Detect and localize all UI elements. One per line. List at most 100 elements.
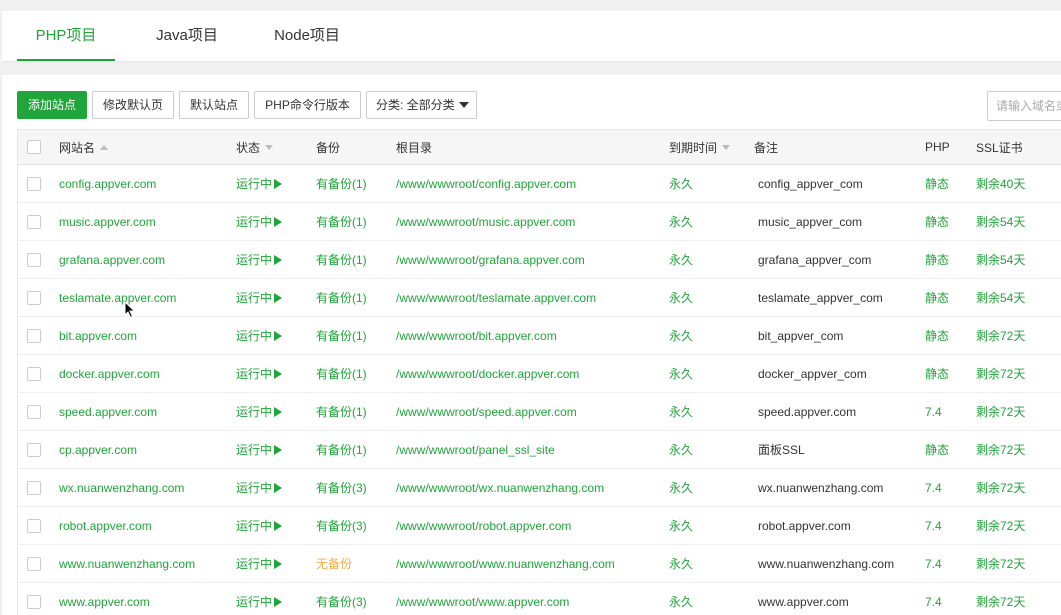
tab-java-projects[interactable]: Java项目 — [142, 11, 232, 61]
row-checkbox[interactable] — [27, 442, 41, 457]
php-version-link[interactable]: 静态 — [925, 327, 949, 344]
play-icon[interactable] — [274, 216, 283, 227]
site-name-link[interactable]: grafana.appver.com — [59, 253, 165, 267]
ssl-link[interactable]: 剩余54天 — [976, 289, 1025, 306]
site-name-link[interactable]: cp.appver.com — [59, 443, 137, 457]
remark-text[interactable]: grafana_appver_com — [758, 253, 871, 267]
row-checkbox[interactable] — [27, 214, 41, 229]
site-name-link[interactable]: docker.appver.com — [59, 367, 160, 381]
php-version-link[interactable]: 7.4 — [925, 595, 942, 609]
expiry-link[interactable]: 永久 — [669, 213, 693, 230]
php-version-link[interactable]: 静态 — [925, 175, 949, 192]
remark-text[interactable]: config_appver_com — [758, 177, 863, 191]
root-dir-link[interactable]: /www/wwwroot/config.appver.com — [396, 177, 576, 191]
php-version-link[interactable]: 7.4 — [925, 557, 942, 571]
backup-link[interactable]: 有备份(1) — [316, 365, 367, 382]
play-icon[interactable] — [274, 178, 283, 189]
php-version-link[interactable]: 静态 — [925, 251, 949, 268]
row-checkbox[interactable] — [27, 480, 41, 495]
expiry-link[interactable]: 永久 — [669, 251, 693, 268]
status-toggle[interactable]: 运行中 — [236, 213, 272, 230]
add-site-button[interactable]: 添加站点 — [17, 91, 87, 119]
ssl-link[interactable]: 剩余72天 — [976, 517, 1025, 534]
remark-text[interactable]: robot.appver.com — [758, 519, 851, 533]
tab-php-projects[interactable]: PHP项目 — [17, 11, 115, 61]
root-dir-link[interactable]: /www/wwwroot/docker.appver.com — [396, 367, 579, 381]
site-name-link[interactable]: config.appver.com — [59, 177, 156, 191]
expiry-link[interactable]: 永久 — [669, 365, 693, 382]
row-checkbox[interactable] — [27, 176, 41, 191]
backup-link[interactable]: 有备份(3) — [316, 517, 367, 534]
status-toggle[interactable]: 运行中 — [236, 441, 272, 458]
status-toggle[interactable]: 运行中 — [236, 327, 272, 344]
remark-text[interactable]: www.appver.com — [758, 595, 849, 609]
site-name-link[interactable]: wx.nuanwenzhang.com — [59, 481, 184, 495]
expiry-link[interactable]: 永久 — [669, 403, 693, 420]
backup-link[interactable]: 有备份(1) — [316, 213, 367, 230]
ssl-link[interactable]: 剩余72天 — [976, 479, 1025, 496]
status-toggle[interactable]: 运行中 — [236, 555, 272, 572]
php-version-link[interactable]: 静态 — [925, 213, 949, 230]
root-dir-link[interactable]: /www/wwwroot/panel_ssl_site — [396, 443, 555, 457]
root-dir-link[interactable]: /www/wwwroot/www.appver.com — [396, 595, 569, 609]
row-checkbox[interactable] — [27, 556, 41, 571]
row-checkbox[interactable] — [27, 594, 41, 609]
expiry-link[interactable]: 永久 — [669, 175, 693, 192]
ssl-link[interactable]: 剩余72天 — [976, 403, 1025, 420]
search-input[interactable] — [987, 91, 1061, 121]
status-toggle[interactable]: 运行中 — [236, 517, 272, 534]
root-dir-link[interactable]: /www/wwwroot/speed.appver.com — [396, 405, 577, 419]
row-checkbox[interactable] — [27, 518, 41, 533]
status-toggle[interactable]: 运行中 — [236, 479, 272, 496]
backup-link[interactable]: 有备份(1) — [316, 175, 367, 192]
tab-node-projects[interactable]: Node项目 — [257, 11, 357, 61]
expiry-link[interactable]: 永久 — [669, 593, 693, 610]
expiry-link[interactable]: 永久 — [669, 327, 693, 344]
play-icon[interactable] — [274, 330, 283, 341]
ssl-link[interactable]: 剩余54天 — [976, 213, 1025, 230]
site-name-link[interactable]: bit.appver.com — [59, 329, 137, 343]
category-select[interactable]: 分类: 全部分类 — [366, 91, 477, 119]
backup-link[interactable]: 有备份(1) — [316, 441, 367, 458]
expiry-link[interactable]: 永久 — [669, 479, 693, 496]
remark-text[interactable]: teslamate_appver_com — [758, 291, 883, 305]
ssl-link[interactable]: 剩余72天 — [976, 593, 1025, 610]
expiry-link[interactable]: 永久 — [669, 517, 693, 534]
status-toggle[interactable]: 运行中 — [236, 175, 272, 192]
site-name-link[interactable]: teslamate.appver.com — [59, 291, 176, 305]
backup-link[interactable]: 有备份(3) — [316, 593, 367, 610]
php-version-link[interactable]: 静态 — [925, 365, 949, 382]
expiry-link[interactable]: 永久 — [669, 441, 693, 458]
root-dir-link[interactable]: /www/wwwroot/bit.appver.com — [396, 329, 557, 343]
ssl-link[interactable]: 剩余72天 — [976, 327, 1025, 344]
row-checkbox[interactable] — [27, 328, 41, 343]
site-name-link[interactable]: www.appver.com — [59, 595, 150, 609]
status-toggle[interactable]: 运行中 — [236, 365, 272, 382]
remark-text[interactable]: music_appver_com — [758, 215, 862, 229]
play-icon[interactable] — [274, 406, 283, 417]
php-version-link[interactable]: 7.4 — [925, 405, 942, 419]
root-dir-link[interactable]: /www/wwwroot/grafana.appver.com — [396, 253, 585, 267]
ssl-link[interactable]: 剩余72天 — [976, 365, 1025, 382]
root-dir-link[interactable]: /www/wwwroot/music.appver.com — [396, 215, 575, 229]
play-icon[interactable] — [274, 558, 283, 569]
site-name-link[interactable]: speed.appver.com — [59, 405, 157, 419]
play-icon[interactable] — [274, 596, 283, 607]
row-checkbox[interactable] — [27, 252, 41, 267]
remark-text[interactable]: docker_appver_com — [758, 367, 867, 381]
site-name-link[interactable]: www.nuanwenzhang.com — [59, 557, 195, 571]
column-expiry[interactable]: 到期时间 — [669, 130, 731, 164]
play-icon[interactable] — [274, 254, 283, 265]
play-icon[interactable] — [274, 444, 283, 455]
status-toggle[interactable]: 运行中 — [236, 403, 272, 420]
status-toggle[interactable]: 运行中 — [236, 593, 272, 610]
site-name-link[interactable]: robot.appver.com — [59, 519, 152, 533]
backup-link[interactable]: 无备份 — [316, 555, 352, 572]
play-icon[interactable] — [274, 482, 283, 493]
column-site-name[interactable]: 网站名 — [59, 130, 109, 164]
backup-link[interactable]: 有备份(3) — [316, 479, 367, 496]
backup-link[interactable]: 有备份(1) — [316, 403, 367, 420]
edit-default-page-button[interactable]: 修改默认页 — [92, 91, 174, 119]
root-dir-link[interactable]: /www/wwwroot/teslamate.appver.com — [396, 291, 596, 305]
php-version-link[interactable]: 静态 — [925, 441, 949, 458]
